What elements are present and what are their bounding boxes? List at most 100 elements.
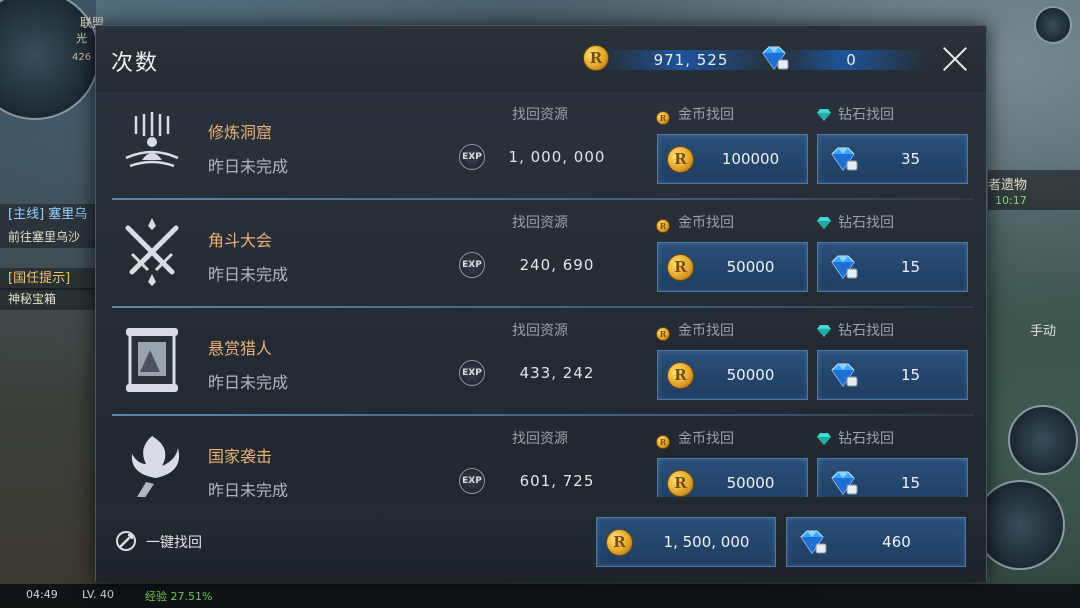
gold-coin-icon: R	[656, 111, 670, 125]
gold-recover-button[interactable]: R 50000	[657, 350, 808, 400]
diamond-icon	[828, 147, 858, 171]
gold-coin-icon: R	[656, 327, 670, 341]
relic-timer: 10:17	[995, 194, 1027, 207]
gem-recover-label: 钻石找回	[816, 320, 894, 340]
oneclick-label: 一键找回	[146, 535, 202, 551]
status-bar: 04:49 LV. 40 经验 27.51%	[0, 584, 1080, 608]
gem-recover-label: 钻石找回	[816, 428, 894, 448]
gem-recover-button[interactable]: 15	[817, 350, 968, 400]
resource-label: 找回资源	[512, 107, 568, 123]
gold-coin-icon: R	[667, 146, 694, 173]
gold-cost: 50000	[726, 474, 775, 492]
exp-amount: 601, 725	[519, 472, 595, 490]
attack-button[interactable]	[975, 480, 1065, 570]
gold-recover-label: R 金币找回	[656, 104, 734, 125]
exp-amount: 240, 690	[519, 256, 595, 274]
gem-recover-button[interactable]: 35	[817, 134, 968, 184]
dialog-header: 次数 R 971, 525 0	[96, 26, 986, 92]
gem-recover-text: 钻石找回	[838, 431, 894, 447]
recover-all-gem-button[interactable]: 460	[786, 517, 966, 567]
skill-button[interactable]	[1008, 405, 1078, 475]
activity-name: 国家袭击	[208, 447, 273, 466]
gold-coin-icon: R	[656, 219, 670, 233]
diamond-icon	[816, 217, 832, 229]
gold-recover-text: 金币找回	[678, 215, 734, 231]
clock: 04:49	[26, 588, 58, 601]
recover-all-gold-button[interactable]: R 1, 500, 000	[596, 517, 776, 567]
crossed-swords-icon	[125, 218, 179, 286]
activity-status: 昨日未完成	[208, 481, 289, 497]
quest-main-title[interactable]: [主线] 塞里乌	[0, 204, 96, 226]
level-label: LV. 40	[82, 588, 115, 601]
gem-balance: 0	[846, 51, 856, 69]
gold-cost: 50000	[726, 258, 775, 276]
flaming-torch-icon	[131, 436, 180, 497]
gold-balance: 971, 525	[653, 51, 729, 69]
gold-recover-label: R 金币找回	[656, 212, 734, 233]
diamond-icon	[828, 471, 858, 495]
close-icon[interactable]	[942, 46, 968, 72]
recovery-list[interactable]: 修炼洞窟 昨日未完成 EXP 找回资源 1, 000, 000 R 金币找回 钻石…	[96, 92, 986, 497]
manual-toggle[interactable]: 手动	[1030, 320, 1056, 339]
exp-icon: EXP	[459, 468, 485, 494]
activity-name: 悬赏猎人	[208, 339, 273, 358]
gold-coin-icon: R	[667, 254, 694, 281]
light-label: 光	[76, 32, 87, 45]
exp-amount: 1, 000, 000	[508, 148, 606, 166]
quest-hint-desc[interactable]: 神秘宝箱	[0, 288, 96, 310]
gem-recover-button[interactable]: 15	[817, 242, 968, 292]
list-item: 国家袭击 昨日未完成 EXP 找回资源 601, 725 R 金币找回 钻石找回 …	[112, 416, 974, 497]
quest-hint-title[interactable]: [国任提示]	[0, 268, 96, 290]
exp-label: 经验 27.51%	[145, 590, 213, 603]
gem-recover-label: 钻石找回	[816, 104, 894, 124]
activity-status: 昨日未完成	[208, 157, 289, 176]
gem-recover-button[interactable]: 15	[817, 458, 968, 497]
diamond-icon	[816, 325, 832, 337]
resource-label: 找回资源	[512, 215, 568, 231]
gold-recover-button[interactable]: R 100000	[657, 134, 808, 184]
gold-coin-icon: R	[656, 435, 670, 449]
quest-main-desc[interactable]: 前往塞里乌沙	[0, 226, 96, 248]
gold-recover-button[interactable]: R 50000	[657, 242, 808, 292]
gold-cost: 100000	[721, 150, 780, 168]
gem-cost: 15	[900, 474, 921, 492]
diamond-icon	[797, 530, 827, 554]
diamond-icon	[828, 255, 858, 279]
diamond-icon	[828, 363, 858, 387]
exp-icon: EXP	[459, 252, 485, 278]
exp-icon: EXP	[459, 144, 485, 170]
relic-title: 者遗物	[988, 178, 1028, 193]
gem-cost: 35	[900, 150, 921, 168]
gold-coin-icon: R	[606, 529, 633, 556]
diamond-icon	[816, 433, 832, 445]
gem-recover-text: 钻石找回	[838, 107, 894, 123]
gold-coin-icon: R	[667, 470, 694, 497]
activity-name: 角斗大会	[208, 231, 273, 250]
menu-button[interactable]	[1034, 6, 1072, 44]
gem-recover-text: 钻石找回	[838, 323, 894, 339]
resource-label: 找回资源	[512, 431, 568, 447]
bounty-scroll-icon	[126, 328, 178, 392]
gold-recover-text: 金币找回	[678, 431, 734, 447]
gold-recover-label: R 金币找回	[656, 320, 734, 341]
exp-amount: 433, 242	[519, 364, 595, 382]
coord-label: 426	[72, 52, 92, 63]
gold-coin-icon: R	[667, 362, 694, 389]
gold-cost: 50000	[726, 366, 775, 384]
activity-status: 昨日未完成	[208, 373, 289, 392]
exp-icon: EXP	[459, 360, 485, 386]
gold-recover-label: R 金币找回	[656, 428, 734, 449]
dialog-title: 次数	[111, 51, 160, 76]
gold-recover-text: 金币找回	[678, 107, 734, 123]
list-item: 修炼洞窟 昨日未完成 EXP 找回资源 1, 000, 000 R 金币找回 钻石…	[112, 92, 974, 200]
gem-cost: 15	[900, 366, 921, 384]
dialog-footer: 一键找回 R 1, 500, 000 460	[96, 504, 986, 582]
list-item: 悬赏猎人 昨日未完成 EXP 找回资源 433, 242 R 金币找回 钻石找回 …	[112, 308, 974, 416]
total-gem-cost: 460	[882, 533, 911, 551]
gold-recover-button[interactable]: R 50000	[657, 458, 808, 497]
gold-recover-text: 金币找回	[678, 323, 734, 339]
recovery-dialog: 次数 R 971, 525 0 修炼洞窟 昨日未完成 EXP 找回资源 1, 0…	[95, 25, 987, 582]
total-gold-cost: 1, 500, 000	[663, 533, 750, 551]
resource-label: 找回资源	[512, 323, 568, 339]
gem-cost: 15	[900, 258, 921, 276]
